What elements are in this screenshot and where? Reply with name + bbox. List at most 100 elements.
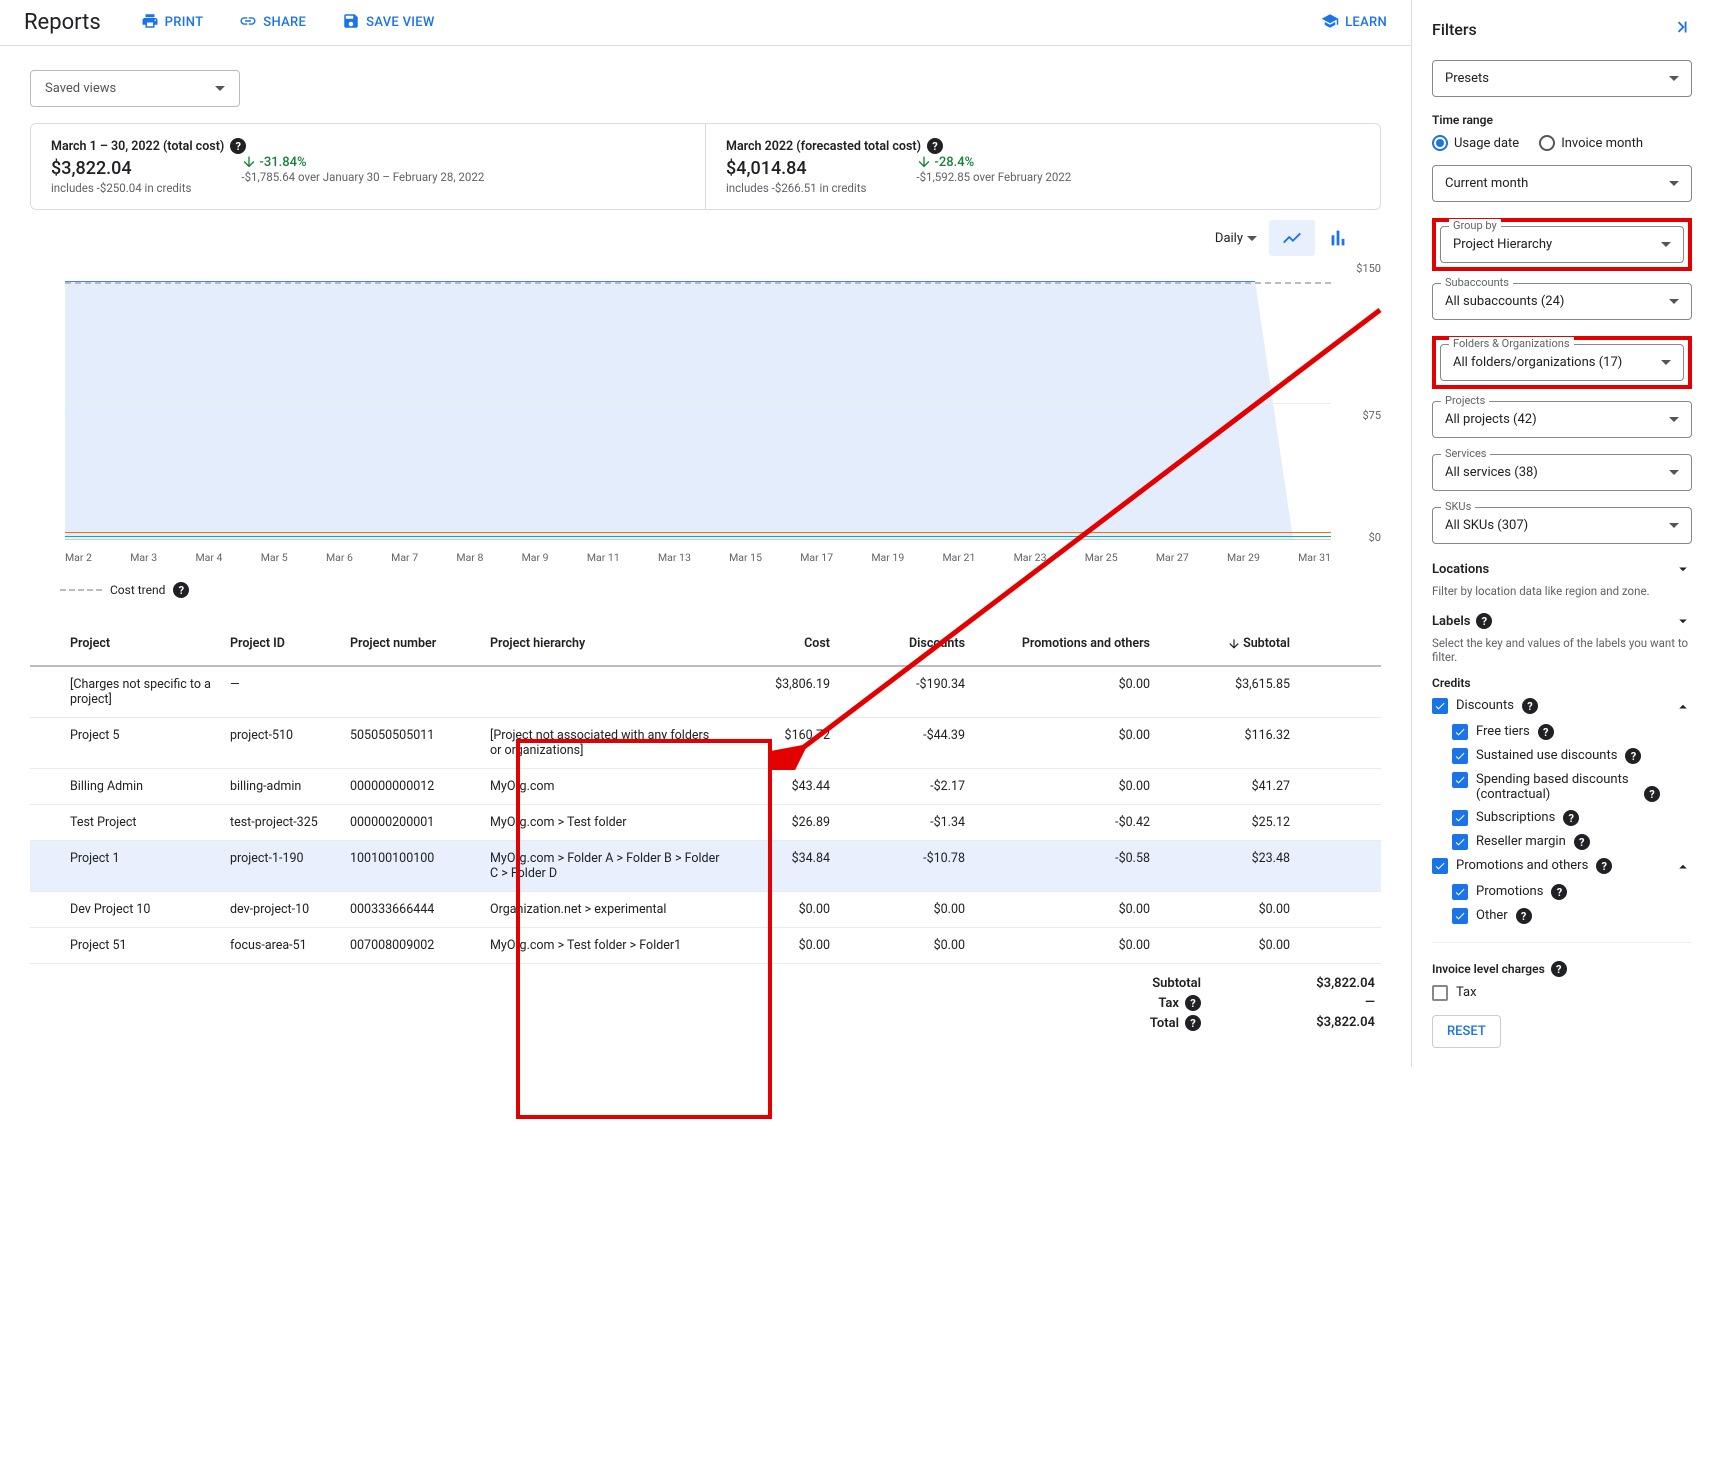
save-icon [342, 12, 360, 34]
page-title: Reports [24, 10, 101, 35]
kpi-change: -31.84% [241, 154, 484, 170]
table-row[interactable]: Dev Project 10dev-project-10000333666444… [30, 892, 1381, 928]
col-hierarchy[interactable]: Project hierarchy [490, 636, 720, 651]
group-by-dropdown[interactable]: Group by Project Hierarchy [1440, 226, 1684, 263]
help-icon[interactable]: ? [230, 138, 246, 154]
arrow-down-icon [1227, 637, 1241, 651]
help-icon[interactable]: ? [1476, 613, 1492, 629]
labels-section[interactable]: Labels? [1432, 612, 1692, 630]
col-cost[interactable]: Cost [720, 636, 830, 651]
checkbox-tax[interactable]: Tax [1432, 985, 1692, 1001]
help-icon[interactable]: ? [1185, 1015, 1201, 1031]
projects-dropdown[interactable]: ProjectsAll projects (42) [1432, 401, 1692, 438]
arrow-down-icon [241, 154, 257, 170]
arrow-down-icon [916, 154, 932, 170]
checkbox-sustained-use[interactable]: Sustained use discounts? [1452, 748, 1692, 764]
help-icon[interactable]: ? [1551, 884, 1567, 900]
saved-views-dropdown[interactable]: Saved views [30, 70, 240, 107]
line-chart-toggle[interactable] [1269, 220, 1315, 256]
help-icon[interactable]: ? [1551, 961, 1567, 977]
checkbox-free-tiers[interactable]: Free tiers? [1452, 724, 1692, 740]
help-icon[interactable]: ? [1574, 834, 1590, 850]
table-row[interactable]: Project 5project-510505050505011[Project… [30, 718, 1381, 769]
table-header: Project Project ID Project number Projec… [30, 622, 1381, 667]
help-icon[interactable]: ? [1596, 858, 1612, 874]
kpi-value: $3,822.04 [51, 158, 191, 179]
checkbox-discounts[interactable]: Discounts? [1432, 698, 1692, 716]
subaccounts-dropdown[interactable]: SubaccountsAll subaccounts (24) [1432, 283, 1692, 320]
invoice-charges-label: Invoice level charges? [1432, 961, 1692, 977]
chevron-up-icon [1674, 858, 1692, 876]
table-row[interactable]: Project 1project-1-190100100100100MyOrg.… [30, 841, 1381, 892]
filters-title: Filters [1432, 16, 1692, 42]
checkbox-promotions[interactable]: Promotions? [1452, 884, 1692, 900]
help-icon[interactable]: ? [1522, 698, 1538, 714]
save-view-button[interactable]: SAVE VIEW [342, 12, 435, 34]
table-row[interactable]: Project 51focus-area-51007008009002MyOrg… [30, 928, 1381, 964]
help-icon[interactable]: ? [1516, 908, 1532, 924]
chevron-up-icon [1674, 698, 1692, 716]
chevron-down-icon [1674, 560, 1692, 578]
checkbox-promotions-others[interactable]: Promotions and others? [1432, 858, 1692, 876]
chevron-down-icon [1674, 612, 1692, 630]
time-range-label: Time range [1432, 113, 1692, 127]
table-row[interactable]: Test Projecttest-project-325000000200001… [30, 805, 1381, 841]
caret-down-icon [1669, 417, 1679, 422]
help-icon[interactable]: ? [173, 582, 189, 598]
caret-down-icon [1669, 470, 1679, 475]
checkbox-reseller[interactable]: Reseller margin? [1452, 834, 1692, 850]
presets-dropdown[interactable]: Presets [1432, 60, 1692, 97]
learn-button[interactable]: LEARN [1321, 12, 1387, 34]
school-icon [1321, 12, 1339, 34]
help-icon[interactable]: ? [1538, 724, 1554, 740]
reset-button[interactable]: RESET [1432, 1015, 1501, 1048]
col-project-id[interactable]: Project ID [230, 636, 350, 651]
locations-section[interactable]: Locations [1432, 560, 1692, 578]
help-icon[interactable]: ? [1185, 995, 1201, 1011]
table-row[interactable]: [Charges not specific to a project]— $3,… [30, 667, 1381, 718]
checkbox-subscriptions[interactable]: Subscriptions? [1452, 810, 1692, 826]
kpi-title: March 1 – 30, 2022 (total cost) [51, 139, 224, 154]
table-row[interactable]: Billing Adminbilling-admin000000000012My… [30, 769, 1381, 805]
cost-chart: $150 $75 $0 Mar 2Mar 3Mar 4Mar 5Mar 6Mar… [30, 260, 1381, 570]
radio-usage-date[interactable]: Usage date [1432, 135, 1519, 151]
credits-label: Credits [1432, 676, 1692, 690]
dashed-line-icon [60, 589, 102, 591]
bar-chart-toggle[interactable] [1315, 220, 1361, 256]
help-icon[interactable]: ? [1625, 748, 1641, 764]
caret-down-icon [1661, 360, 1671, 365]
col-discounts[interactable]: Discounts [830, 636, 965, 651]
time-range-dropdown[interactable]: Current month [1432, 165, 1692, 202]
col-project-number[interactable]: Project number [350, 636, 490, 651]
checkbox-other[interactable]: Other? [1452, 908, 1692, 924]
print-button[interactable]: PRINT [141, 12, 204, 34]
granularity-dropdown[interactable]: Daily [1215, 231, 1257, 246]
kpi-note: includes -$250.04 in credits [51, 181, 191, 195]
radio-invoice-month[interactable]: Invoice month [1539, 135, 1643, 151]
caret-down-icon [1669, 181, 1679, 186]
caret-down-icon [1247, 236, 1257, 241]
help-icon[interactable]: ? [1563, 810, 1579, 826]
help-icon[interactable]: ? [927, 138, 943, 154]
cost-table: Project Project ID Project number Projec… [30, 622, 1381, 1043]
collapse-panel-icon[interactable] [1670, 16, 1692, 42]
col-promotions[interactable]: Promotions and others [965, 636, 1150, 651]
share-button[interactable]: SHARE [239, 12, 306, 34]
print-icon [141, 12, 159, 34]
callout-box-folders: Folders & OrganizationsAll folders/organ… [1432, 336, 1692, 389]
table-footer: Subtotal$3,822.04 Tax?— Total?$3,822.04 [30, 964, 1381, 1043]
services-dropdown[interactable]: ServicesAll services (38) [1432, 454, 1692, 491]
link-icon [239, 12, 257, 34]
callout-box-group-by: Group by Project Hierarchy [1432, 218, 1692, 271]
col-subtotal[interactable]: Subtotal [1150, 636, 1290, 651]
caret-down-icon [215, 86, 225, 91]
skus-dropdown[interactable]: SKUsAll SKUs (307) [1432, 507, 1692, 544]
help-icon[interactable]: ? [1644, 786, 1660, 802]
col-project[interactable]: Project [70, 636, 230, 651]
kpi-card: March 1 – 30, 2022 (total cost)? $3,822.… [30, 123, 1381, 210]
caret-down-icon [1669, 76, 1679, 81]
chart-legend: Cost trend ? [60, 582, 1381, 598]
caret-down-icon [1669, 299, 1679, 304]
folders-dropdown[interactable]: Folders & OrganizationsAll folders/organ… [1440, 344, 1684, 381]
checkbox-spending[interactable]: Spending based discounts (contractual)? [1452, 772, 1692, 802]
